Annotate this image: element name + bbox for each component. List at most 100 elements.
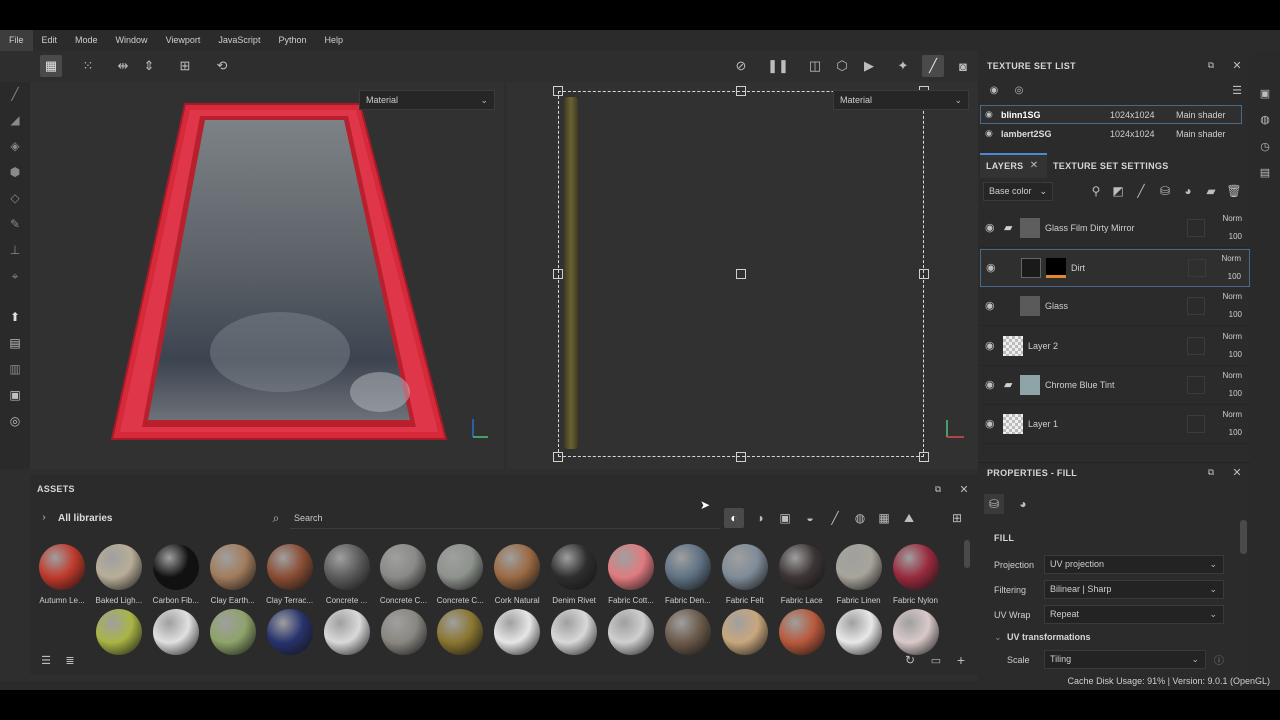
grid-view-icon[interactable]: ⊞ (947, 508, 967, 528)
smudge-tool-icon[interactable]: ◇ (5, 188, 25, 208)
filter-brushes-icon[interactable]: ╱ (825, 508, 845, 528)
layer-mask-slot[interactable] (1187, 415, 1205, 433)
transform-handle[interactable] (553, 452, 563, 462)
material-preview[interactable] (323, 609, 370, 655)
menu-edit[interactable]: Edit (33, 30, 67, 51)
transform-handle[interactable] (919, 452, 929, 462)
filter-alphas-icon[interactable]: ◍ (850, 508, 870, 528)
viewport3d-channel-dropdown[interactable]: Material ⌄ (359, 90, 495, 110)
layer-mask-slot[interactable] (1187, 336, 1205, 355)
blend-mode-dropdown[interactable]: Norm (1222, 214, 1242, 223)
all-libraries-link[interactable]: All libraries (58, 513, 112, 524)
material-preview[interactable] (551, 609, 598, 655)
transform-handle[interactable] (736, 86, 746, 96)
transform-handle[interactable] (736, 452, 746, 462)
material-preview[interactable] (608, 609, 655, 655)
menu-mode[interactable]: Mode (66, 30, 107, 51)
symmetry-x-icon[interactable]: ⇹ (112, 55, 134, 77)
display-settings-icon[interactable]: ▣ (1257, 85, 1273, 101)
add-paint-layer-icon[interactable]: ╱ (1133, 183, 1149, 199)
history-icon[interactable]: ◷ (1257, 138, 1273, 154)
clone-tool-icon[interactable]: ✎ (5, 214, 25, 234)
assets-scrollbar[interactable] (964, 540, 970, 568)
eye-icon[interactable]: ◉ (985, 221, 995, 234)
asset-tile[interactable]: Fabric Cott... (604, 544, 658, 614)
layer-mask-slot[interactable] (1187, 297, 1205, 316)
library-icon[interactable]: ◎ (5, 411, 25, 431)
history-icon[interactable]: ⟲ (211, 55, 233, 77)
menu-window[interactable]: Window (107, 30, 157, 51)
blend-mode-dropdown[interactable]: Norm (1222, 292, 1242, 301)
material-preview[interactable] (494, 609, 541, 655)
add-smart-material-icon[interactable]: ◕ (1180, 183, 1196, 199)
material-preview[interactable] (266, 609, 313, 655)
undock-icon[interactable]: ⧉ (1204, 58, 1218, 72)
material-preview[interactable] (96, 609, 142, 655)
render-icon[interactable]: ✦ (892, 55, 914, 77)
close-icon[interactable]: ✕ (1230, 465, 1244, 479)
delete-icon[interactable]: 🗑 (1226, 183, 1242, 199)
material-preview[interactable] (721, 609, 768, 655)
filter-environments-icon[interactable]: ⛰ (899, 508, 919, 528)
viewport-2d[interactable]: Material ⌄ (507, 82, 978, 469)
filter-masks-icon[interactable]: ◒ (800, 508, 820, 528)
cube-icon[interactable]: ⬡ (831, 55, 853, 77)
display-icon[interactable]: ▥ (5, 359, 25, 379)
asset-tile[interactable]: Clay Terrac... (263, 544, 317, 614)
eye-icon[interactable]: ◉ (985, 128, 993, 139)
asset-tile[interactable]: Fabric Lace (775, 544, 829, 614)
detail-view-icon[interactable]: ≣ (62, 652, 78, 668)
close-icon[interactable]: ✕ (956, 481, 972, 497)
blend-mode-dropdown[interactable]: Norm (1222, 332, 1242, 341)
search-input[interactable]: Search (294, 513, 323, 523)
layer-row[interactable]: ◉ Dirt Norm 100 (980, 249, 1250, 288)
asset-tile[interactable]: Baked Ligh... (92, 544, 146, 614)
texture-set-row[interactable]: ◉ lambert2SG 1024x1024 Main shader (980, 125, 1242, 144)
layer-mask-slot[interactable] (1188, 259, 1206, 278)
channel-dropdown[interactable]: Base color ⌄ (983, 182, 1053, 201)
menu-viewport[interactable]: Viewport (157, 30, 210, 51)
material-preview[interactable] (778, 609, 825, 655)
material-preview[interactable] (665, 609, 711, 655)
asset-tile[interactable]: Concrete C... (433, 544, 487, 614)
log-icon[interactable]: ▤ (1257, 164, 1273, 180)
opacity-value[interactable]: 100 (1229, 310, 1242, 319)
list-view-icon[interactable]: ☰ (38, 652, 54, 668)
asset-tile[interactable]: Fabric Felt (718, 544, 772, 614)
uv-transformations-header[interactable]: UV transformations (1007, 632, 1091, 642)
screenshot-icon[interactable]: ◙ (952, 55, 974, 77)
tab-texture-set-settings[interactable]: TEXTURE SET SETTINGS (1053, 161, 1169, 171)
environment-icon[interactable]: ◍ (1257, 111, 1273, 127)
add-folder-icon[interactable]: ▰ (1203, 183, 1219, 199)
transform-handle[interactable] (919, 269, 929, 279)
stamp-tool-icon[interactable]: ⊥ (5, 240, 25, 260)
material-preview[interactable] (892, 609, 939, 655)
filter-textures-icon[interactable]: ▣ (775, 508, 795, 528)
layer-row[interactable]: ◉ Glass Norm 100 (980, 288, 1250, 327)
transform-handle[interactable] (553, 269, 563, 279)
asset-tile[interactable]: Fabric Linen (832, 544, 886, 614)
dot-grid-icon[interactable]: ⁙ (77, 55, 99, 77)
asset-tile[interactable]: Fabric Den... (661, 544, 715, 614)
material-properties-icon[interactable]: ◕ (1013, 494, 1033, 514)
layer-row[interactable]: ◉ ▰ Glass Film Dirty Mirror Norm 100 (980, 210, 1250, 248)
brush-tool-icon[interactable]: ╱ (5, 84, 25, 104)
material-preview[interactable] (380, 609, 427, 655)
blend-mode-dropdown[interactable]: Norm (1221, 254, 1241, 263)
pause-icon[interactable]: ❚❚ (767, 55, 789, 77)
eye-outline-icon[interactable]: ◎ (1011, 83, 1027, 97)
eye-icon[interactable]: ◉ (986, 83, 1002, 97)
layer-row[interactable]: ◉ ▰ Chrome Blue Tint Norm 100 (980, 367, 1250, 405)
transform-handle[interactable] (553, 86, 563, 96)
blend-mode-dropdown[interactable]: Norm (1222, 371, 1242, 380)
projection-dropdown[interactable]: UV projection ⌄ (1044, 555, 1224, 574)
fill-properties-icon[interactable]: ⛁ (984, 494, 1004, 514)
hide-icon[interactable]: ⊘ (730, 55, 752, 77)
info-icon[interactable]: ⓘ (1212, 652, 1226, 667)
folder-icon[interactable]: ▰ (1004, 221, 1012, 234)
opacity-value[interactable]: 100 (1229, 389, 1242, 398)
bake-icon[interactable]: ⬆ (5, 307, 25, 327)
eye-icon[interactable]: ◉ (985, 299, 995, 312)
paint-brush-icon[interactable]: ╱ (922, 55, 944, 77)
asset-tile[interactable]: Carbon Fib... (149, 544, 203, 614)
